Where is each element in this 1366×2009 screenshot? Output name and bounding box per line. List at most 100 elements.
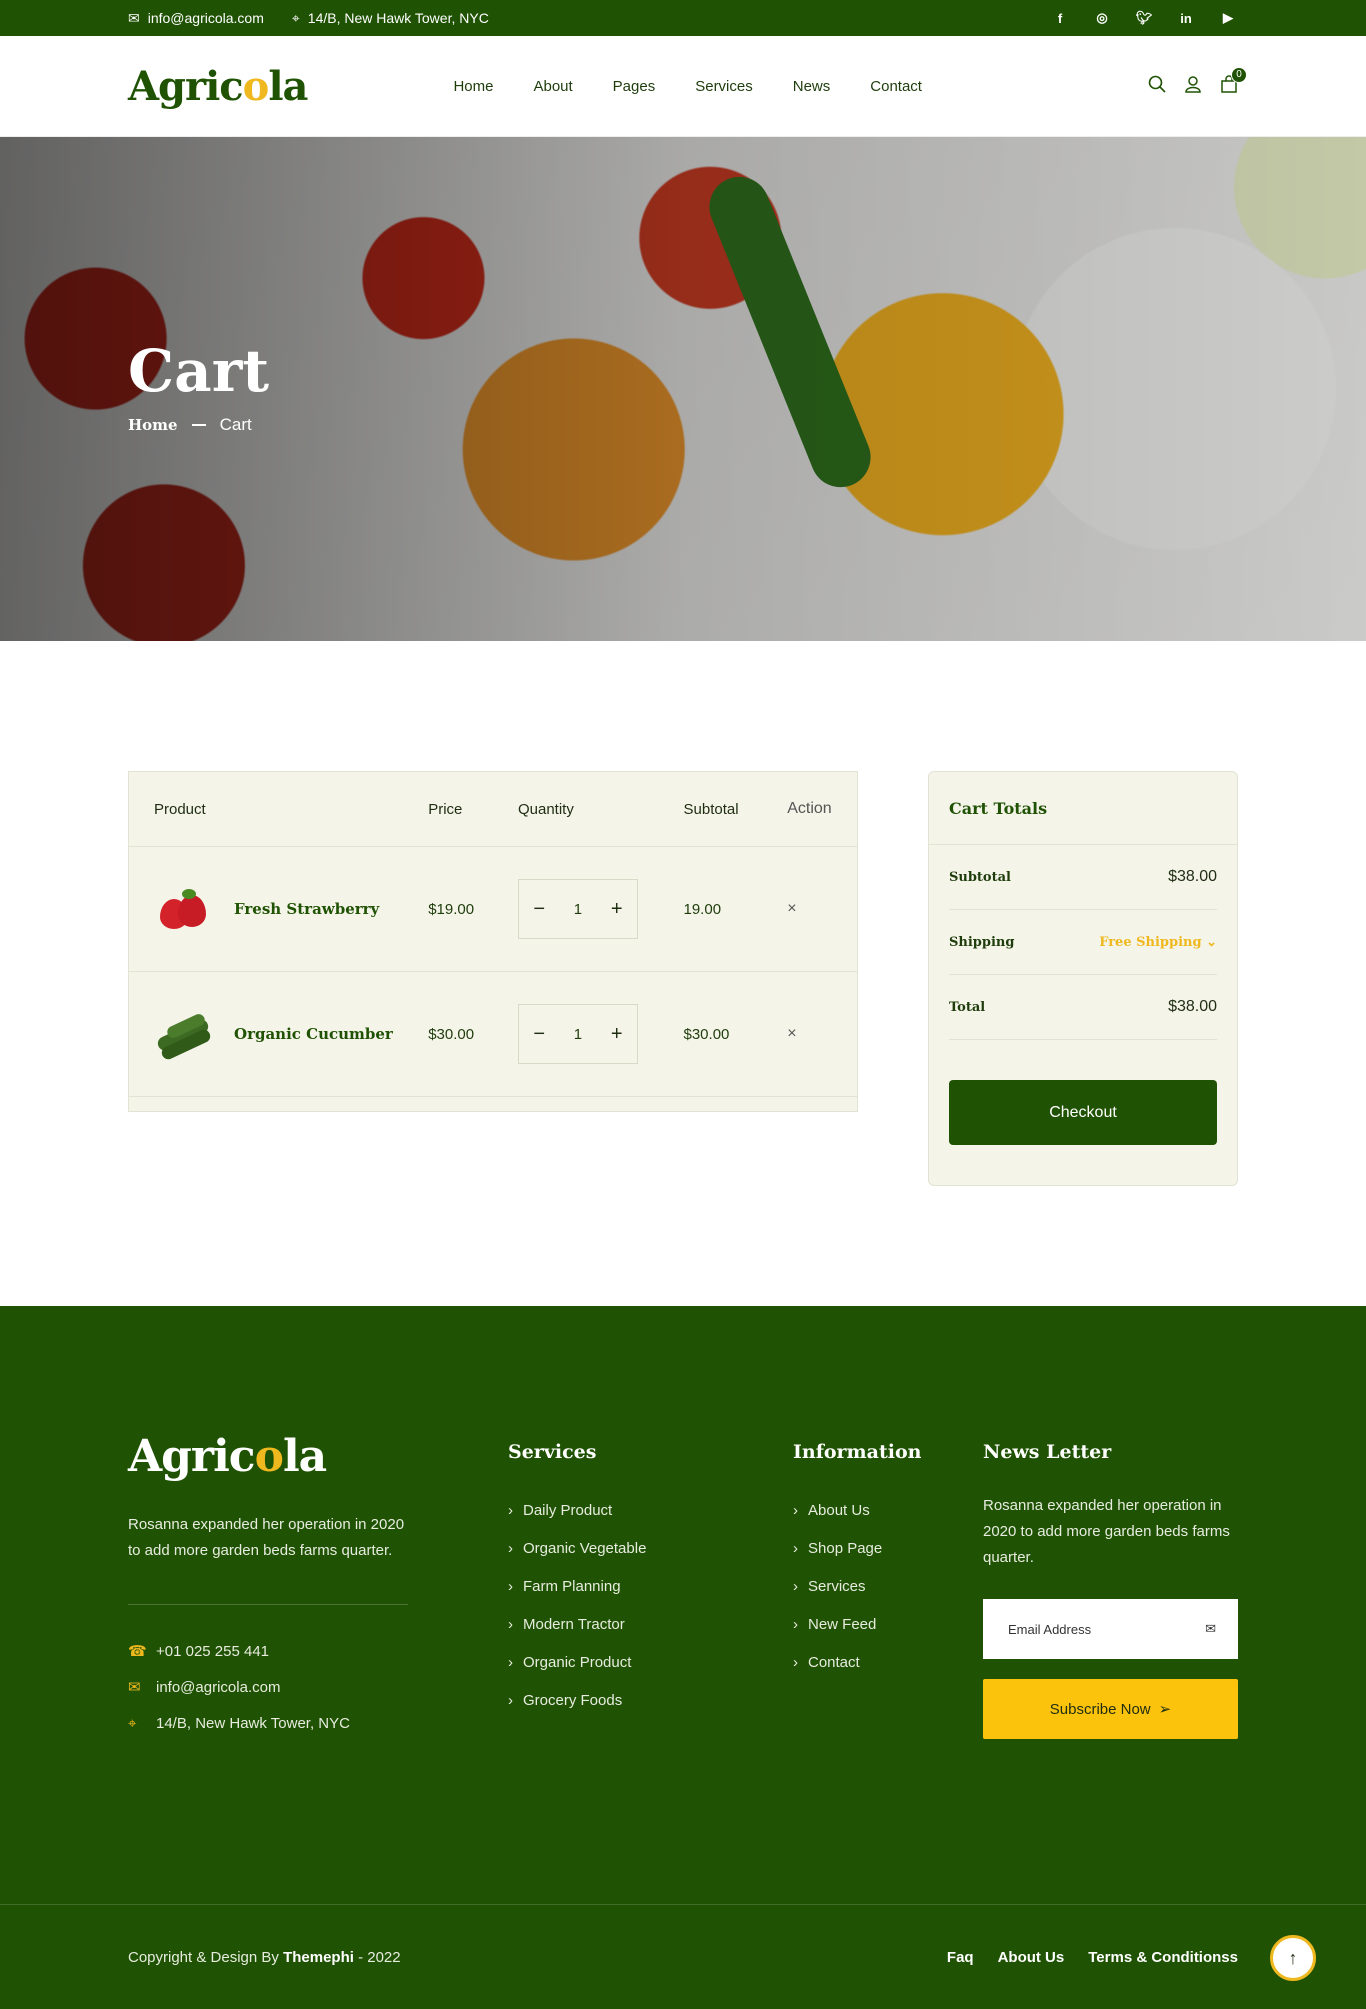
footer-link-contact[interactable]: › Contact — [793, 1643, 983, 1681]
chevron-right-icon: › — [508, 1501, 513, 1519]
nav-contact[interactable]: Contact — [870, 78, 922, 95]
footer-address: ⌖ 14/B, New Hawk Tower, NYC — [128, 1714, 350, 1732]
chevron-right-icon: › — [508, 1653, 513, 1671]
footer-bottom-about[interactable]: About Us — [998, 1949, 1065, 1966]
cart-count-badge: 0 — [1231, 66, 1247, 83]
remove-item-button[interactable]: × — [787, 900, 857, 918]
top-bar: ✉ info@agricola.com ⌖ 14/B, New Hawk Tower… — [0, 0, 1366, 36]
close-icon: × — [787, 1025, 797, 1042]
instagram-icon[interactable]: ◎ — [1092, 10, 1112, 26]
chevron-right-icon: › — [508, 1539, 513, 1557]
product-name[interactable]: Organic Cucumber — [234, 1025, 393, 1043]
linkedin-icon[interactable]: in — [1176, 11, 1196, 26]
quantity-stepper: − 1 + — [517, 1004, 638, 1064]
remove-item-button[interactable]: × — [787, 1025, 857, 1043]
footer-link-organic-product[interactable]: › Organic Product — [508, 1643, 793, 1681]
footer-information: Information › About Us › Shop Page › Servic… — [793, 1431, 983, 1904]
facebook-icon[interactable]: f — [1050, 11, 1070, 26]
product-price: $30.00 — [428, 1025, 475, 1043]
decrease-button[interactable]: − — [533, 898, 545, 921]
site-footer: Agricola Rosanna expanded her operation … — [0, 1306, 1366, 2009]
send-icon: ➢ — [1158, 1701, 1172, 1718]
chevron-right-icon: › — [508, 1615, 513, 1633]
user-icon[interactable] — [1184, 75, 1202, 98]
nav-home[interactable]: Home — [453, 78, 493, 95]
location-pin-icon: ⌖ — [291, 9, 300, 26]
footer-link-about-us[interactable]: › About Us — [793, 1491, 983, 1529]
chevron-right-icon: › — [508, 1691, 513, 1709]
cart-section: Product Price Quantity Subtotal Action F… — [0, 641, 1366, 1306]
subscribe-button[interactable]: Subscribe Now ➢ — [983, 1679, 1238, 1739]
footer-bottom: Copyright & Design By Themephi - 2022 Fa… — [0, 1904, 1366, 2009]
nav-pages[interactable]: Pages — [613, 78, 656, 95]
table-row: Organic Cucumber $30.00 − 1 + $30.00 × — [129, 972, 857, 1097]
page-title: Cart — [128, 337, 270, 405]
footer-contact: ☎ +01 025 255 441 ✉ info@agricola.com ⌖ 14/… — [128, 1633, 508, 1741]
twitter-icon[interactable]: 🐦︎ — [1134, 10, 1154, 26]
youtube-icon[interactable]: ▶ — [1218, 10, 1238, 26]
nav-news[interactable]: News — [793, 78, 831, 95]
nav-services[interactable]: Services — [695, 78, 753, 95]
close-icon: × — [787, 900, 797, 917]
cart-table: Product Price Quantity Subtotal Action F… — [128, 771, 858, 1112]
header-action: Action — [787, 800, 832, 817]
mail-icon: ✉ — [128, 1679, 141, 1696]
arrow-up-icon: ↑ — [1288, 1947, 1298, 1968]
chevron-right-icon: › — [793, 1577, 798, 1595]
copyright-brand[interactable]: Themephi — [283, 1949, 354, 1966]
decrease-button[interactable]: − — [533, 1023, 545, 1046]
subtotal-label: Subtotal — [949, 869, 1011, 885]
shipping-select[interactable]: Free Shipping ⌄ — [1099, 935, 1217, 950]
footer-link-services[interactable]: › Services — [793, 1567, 983, 1605]
footer-link-organic-vegetable[interactable]: › Organic Vegetable — [508, 1529, 793, 1567]
scroll-to-top-button[interactable]: ↑ — [1270, 1935, 1316, 1981]
header-quantity: Quantity — [517, 800, 574, 818]
services-heading: Services — [508, 1441, 597, 1463]
footer-logo[interactable]: Agricola — [128, 1431, 508, 1482]
breadcrumb-home[interactable]: Home — [128, 416, 178, 434]
chevron-right-icon: › — [793, 1653, 798, 1671]
footer-link-shop-page[interactable]: › Shop Page — [793, 1529, 983, 1567]
newsletter-heading: News Letter — [983, 1441, 1112, 1463]
site-logo[interactable]: Agricola — [128, 63, 308, 110]
quantity-value[interactable]: 1 — [574, 1026, 582, 1043]
footer-link-new-feed[interactable]: › New Feed — [793, 1605, 983, 1643]
chevron-down-icon: ⌄ — [1206, 934, 1217, 950]
totals-subtotal-row: Subtotal $38.00 — [949, 845, 1217, 910]
top-email[interactable]: ✉ info@agricola.com — [128, 10, 264, 27]
product-price: $19.00 — [428, 900, 475, 918]
footer-phone[interactable]: ☎ +01 025 255 441 — [128, 1633, 508, 1669]
search-icon[interactable] — [1148, 75, 1166, 98]
footer-email[interactable]: ✉ info@agricola.com — [128, 1669, 508, 1705]
footer-bottom-faq[interactable]: Faq — [947, 1949, 974, 1966]
totals-total-row: Total $38.00 — [949, 975, 1217, 1040]
footer-link-modern-tractor[interactable]: › Modern Tractor — [508, 1605, 793, 1643]
quantity-value[interactable]: 1 — [574, 901, 582, 918]
cart-totals-title: Cart Totals — [929, 772, 1237, 845]
product-name[interactable]: Fresh Strawberry — [234, 900, 379, 918]
footer-services: Services › Daily Product › Organic Vegetab… — [508, 1431, 793, 1904]
footer-link-grocery-foods[interactable]: › Grocery Foods — [508, 1681, 793, 1719]
increase-button[interactable]: + — [611, 898, 623, 921]
nav-about[interactable]: About — [533, 78, 572, 95]
quantity-stepper: − 1 + — [517, 879, 638, 939]
header-product: Product — [154, 800, 206, 818]
total-label: Total — [949, 999, 986, 1015]
top-address: ⌖ 14/B, New Hawk Tower, NYC — [291, 9, 489, 27]
increase-button[interactable]: + — [611, 1023, 623, 1046]
location-pin-icon: ⌖ — [128, 1714, 137, 1732]
product-subtotal: 19.00 — [683, 900, 722, 918]
footer-link-farm-planning[interactable]: › Farm Planning — [508, 1567, 793, 1605]
phone-icon: ☎ — [128, 1643, 147, 1660]
shipping-label: Shipping — [949, 934, 1015, 950]
footer-bottom-terms[interactable]: Terms & Conditionss — [1088, 1949, 1238, 1966]
checkout-button[interactable]: Checkout — [949, 1080, 1217, 1145]
chevron-right-icon: › — [793, 1501, 798, 1519]
mail-icon: ✉ — [128, 9, 140, 26]
quantity-cell: − 1 + — [517, 879, 684, 939]
quantity-cell: − 1 + — [517, 1004, 684, 1064]
mail-icon: ✉ — [1205, 1621, 1216, 1636]
newsletter-email-input[interactable]: Email Address ✉ — [983, 1599, 1238, 1659]
footer-link-daily-product[interactable]: › Daily Product — [508, 1491, 793, 1529]
cart-icon[interactable]: 0 — [1220, 66, 1247, 98]
